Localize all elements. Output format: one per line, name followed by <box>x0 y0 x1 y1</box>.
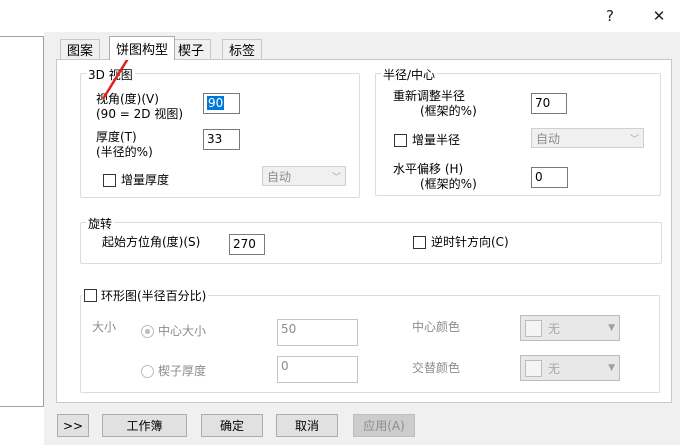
start-angle-label: 起始方位角(度)(S) <box>102 235 201 249</box>
cancel-button[interactable]: 取消 <box>276 414 338 437</box>
alt-color-combo[interactable]: 无 ▼ <box>520 355 620 381</box>
ring-legend: 环形图(半径百分比) <box>82 287 209 304</box>
incr-radius-combo[interactable]: 自动 ﹀ <box>531 128 644 148</box>
wedge-thickness-radio[interactable] <box>141 365 154 378</box>
thickness-input[interactable]: 33 <box>203 129 240 150</box>
resize-radius-input[interactable]: 70 <box>531 93 567 114</box>
center-color-swatch <box>525 319 542 337</box>
workbook-button[interactable]: 工作簿 <box>102 414 187 437</box>
center-color-value: 无 <box>548 321 561 336</box>
incr-thickness-combo[interactable]: 自动 ﹀ <box>262 166 346 186</box>
left-pane <box>0 36 44 407</box>
tab-labels[interactable]: 标签 <box>222 39 263 59</box>
center-color-combo[interactable]: 无 ▼ <box>520 315 620 341</box>
ring-checkbox[interactable] <box>84 289 97 302</box>
chevron-down-icon: ▼ <box>608 363 615 373</box>
view-angle-value: 90 <box>207 96 225 110</box>
start-angle-input[interactable]: 270 <box>229 234 265 255</box>
tab-wedge[interactable]: 楔子 <box>171 39 212 59</box>
hoffset-input[interactable]: 0 <box>531 167 568 188</box>
close-icon[interactable]: ✕ <box>645 4 673 28</box>
thickness-label: 厚度(T) <box>96 130 137 144</box>
incr-radius-combo-value: 自动 <box>536 131 561 146</box>
wedge-thickness-input[interactable]: 0 <box>277 356 358 383</box>
ccw-label: 逆时针方向(C) <box>431 235 509 249</box>
resize-radius-label: 重新调整半径 <box>393 89 466 103</box>
incr-thickness-checkbox[interactable] <box>103 174 116 187</box>
alt-color-swatch <box>525 359 542 377</box>
chevron-down-icon: ﹀ <box>629 134 639 145</box>
radius-legend: 半径/中心 <box>381 66 438 83</box>
center-color-label: 中心颜色 <box>412 320 461 334</box>
expand-button[interactable]: >> <box>57 414 89 437</box>
size-label: 大小 <box>92 320 117 334</box>
ccw-checkbox[interactable] <box>413 236 426 249</box>
apply-button[interactable]: 应用(A) <box>353 414 415 437</box>
alt-color-label: 交替颜色 <box>412 361 461 375</box>
chevron-down-icon: ▼ <box>608 323 615 333</box>
title-bar: ? ✕ <box>0 0 680 32</box>
tab-pattern[interactable]: 图案 <box>60 39 101 59</box>
view-angle-hint: (90 = 2D 视图) <box>96 107 184 121</box>
center-size-input[interactable]: 50 <box>277 319 358 346</box>
chevron-down-icon: ﹀ <box>331 172 341 183</box>
center-size-radio[interactable] <box>141 325 154 338</box>
view-angle-input[interactable]: 90 <box>203 93 240 114</box>
hoffset-label: 水平偏移 (H) <box>393 162 464 176</box>
resize-radius-hint: (框架的%) <box>420 104 477 118</box>
alt-color-value: 无 <box>548 361 561 376</box>
incr-radius-checkbox[interactable] <box>394 134 407 147</box>
view3d-legend: 3D 视图 <box>86 66 135 83</box>
ok-button[interactable]: 确定 <box>201 414 263 437</box>
view-angle-label: 视角(度)(V) <box>96 92 159 106</box>
rotation-legend: 旋转 <box>86 215 115 232</box>
ring-legend-label: 环形图(半径百分比) <box>101 289 207 303</box>
incr-radius-label: 增量半径 <box>412 133 461 147</box>
incr-thickness-label: 增量厚度 <box>121 173 170 187</box>
wedge-thickness-label: 楔子厚度 <box>158 364 207 378</box>
help-icon[interactable]: ? <box>596 4 624 28</box>
incr-thickness-combo-value: 自动 <box>267 169 292 184</box>
hoffset-hint: (框架的%) <box>420 177 477 191</box>
thickness-hint: (半径的%) <box>96 145 153 159</box>
tab-pie-config[interactable]: 饼图构型 <box>109 36 176 60</box>
center-size-label: 中心大小 <box>158 324 207 338</box>
